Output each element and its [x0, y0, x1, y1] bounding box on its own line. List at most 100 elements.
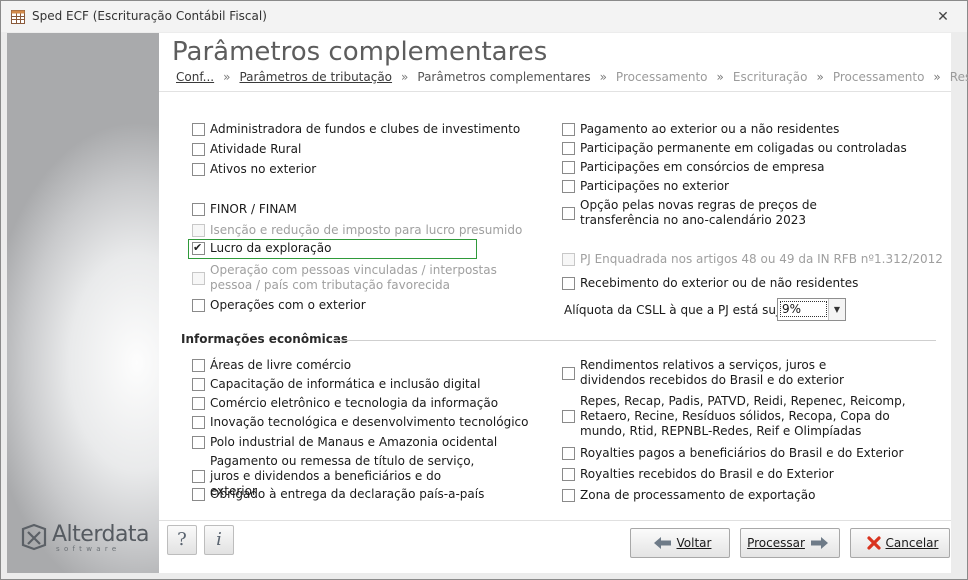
econ-option-regimes-especiais[interactable]: Repes, Recap, Padis, PATVD, Reidi, Repen… — [562, 394, 922, 439]
checkbox[interactable] — [562, 468, 575, 481]
option-operacao-pessoas-vinculadas: Operação com pessoas vinculadas / interp… — [192, 263, 512, 293]
breadcrumb-step-configuracao[interactable]: Conf... — [176, 70, 214, 84]
checkbox[interactable] — [562, 206, 575, 220]
econ-option-royalties-pagos[interactable]: Royalties pagos a beneficiários do Brasi… — [562, 446, 903, 461]
option-label: Áreas de livre comércio — [210, 358, 352, 372]
checkbox[interactable] — [562, 489, 575, 502]
breadcrumb-step-current: Parâmetros complementares — [417, 70, 591, 84]
checkbox[interactable] — [562, 123, 575, 136]
checkbox[interactable] — [562, 161, 575, 174]
main-panel: Parâmetros complementares Conf... » Parâme… — [159, 33, 968, 573]
checkbox[interactable] — [192, 378, 205, 391]
econ-option-capacitacao-informatica[interactable]: Capacitação de informática e inclusão di… — [192, 377, 480, 392]
option-label: Rendimentos relativos a serviços, juros … — [580, 358, 844, 387]
option-label: Pagamento ao exterior ou a não residente… — [580, 122, 840, 136]
side-banner: Alterdata software — [7, 33, 159, 573]
aliquota-csll-select[interactable]: 9% ▼ — [777, 298, 846, 321]
option-isencao-reducao: Isenção e redução de imposto para lucro … — [192, 223, 522, 238]
checkbox[interactable] — [192, 470, 205, 483]
option-pagamento-exterior[interactable]: Pagamento ao exterior ou a não residente… — [562, 122, 839, 137]
back-button[interactable]: Voltar — [630, 528, 730, 558]
option-pj-enquadrada: PJ Enquadrada nos artigos 48 ou 49 da IN… — [562, 252, 943, 267]
option-participacoes-consorcios[interactable]: Participações em consórcios de empresa — [562, 160, 825, 175]
econ-option-zona-processamento[interactable]: Zona de processamento de exportação — [562, 488, 816, 503]
option-label: Repes, Recap, Padis, PATVD, Reidi, Repen… — [580, 394, 906, 438]
breadcrumb-step-processamento-2: Processamento — [832, 70, 925, 84]
option-label: Lucro da exploração — [210, 241, 332, 255]
econ-option-comercio-eletronico[interactable]: Comércio eletrônico e tecnologia da info… — [192, 396, 498, 411]
spreadsheet-icon — [11, 10, 25, 24]
breadcrumb-separator: » — [599, 70, 607, 84]
brand-subtitle: software — [56, 545, 121, 553]
checkbox[interactable] — [192, 163, 205, 176]
checkbox[interactable] — [192, 436, 205, 449]
cancel-button-label: Cancelar — [885, 536, 939, 550]
breadcrumb-separator: » — [933, 70, 941, 84]
economic-section-title: Informações econômicas — [181, 332, 349, 346]
alterdata-mark-icon — [21, 523, 47, 551]
checkbox[interactable] — [192, 299, 205, 312]
close-icon[interactable]: ✕ — [935, 9, 951, 25]
footer-divider — [159, 520, 951, 521]
checkbox[interactable] — [192, 143, 205, 156]
option-label: Participações em consórcios de empresa — [580, 160, 825, 174]
option-ativos-exterior[interactable]: Ativos no exterior — [192, 162, 316, 177]
checkbox[interactable] — [562, 447, 575, 460]
checkbox[interactable] — [192, 123, 205, 136]
checkbox-checked[interactable] — [192, 240, 205, 255]
option-label: Operação com pessoas vinculadas / interp… — [210, 263, 497, 292]
econ-option-royalties-recebidos[interactable]: Royalties recebidos do Brasil e do Exter… — [562, 467, 834, 482]
econ-option-declaracao-pais-a-pais[interactable]: Obrigado à entrega da declaração país-a-… — [192, 487, 484, 502]
option-administradora-fundos[interactable]: Administradora de fundos e clubes de inv… — [192, 122, 520, 137]
process-button-label: Processar — [747, 536, 805, 550]
option-recebimento-exterior[interactable]: Recebimento do exterior ou de não reside… — [562, 276, 858, 291]
question-icon: ? — [177, 529, 187, 550]
option-label: PJ Enquadrada nos artigos 48 ou 49 da IN… — [580, 252, 943, 266]
checkbox[interactable] — [192, 203, 205, 216]
option-label: Administradora de fundos e clubes de inv… — [210, 122, 521, 136]
wizard-header: Parâmetros complementares Conf... » Parâme… — [159, 33, 968, 92]
window-title: Sped ECF (Escrituração Contábil Fiscal) — [32, 9, 267, 23]
option-label: Ativos no exterior — [210, 162, 317, 176]
option-atividade-rural[interactable]: Atividade Rural — [192, 142, 301, 157]
option-participacoes-exterior[interactable]: Participações no exterior — [562, 179, 729, 194]
option-operacoes-exterior[interactable]: Operações com o exterior — [192, 298, 366, 313]
checkbox[interactable] — [192, 416, 205, 429]
option-participacao-permanente[interactable]: Participação permanente em coligadas ou … — [562, 141, 907, 156]
checkbox[interactable] — [562, 366, 575, 380]
checkbox[interactable] — [192, 488, 205, 501]
brand-name: Alterdata — [52, 522, 150, 547]
checkbox[interactable] — [192, 359, 205, 372]
process-button[interactable]: Processar — [740, 528, 840, 558]
option-label: Participações no exterior — [580, 179, 729, 193]
help-button[interactable]: ? — [167, 525, 197, 555]
checkbox[interactable] — [562, 142, 575, 155]
econ-option-inovacao-tecnologica[interactable]: Inovação tecnológica e desenvolvimento t… — [192, 415, 528, 430]
option-label: Royalties recebidos do Brasil e do Exter… — [580, 467, 834, 481]
checkbox[interactable] — [192, 397, 205, 410]
breadcrumb-step-resultado: Resultado — [949, 70, 968, 84]
arrow-left-icon — [653, 537, 671, 549]
option-label: Participação permanente em coligadas ou … — [580, 141, 907, 155]
breadcrumb-step-parametros-tributacao[interactable]: Parâmetros de tributação — [239, 70, 392, 84]
aliquota-csll-value: 9% — [780, 301, 827, 317]
checkbox[interactable] — [562, 410, 575, 423]
option-lucro-exploracao[interactable]: Lucro da exploração — [188, 239, 477, 259]
breadcrumb-separator: » — [223, 70, 231, 84]
checkbox[interactable] — [562, 277, 575, 290]
checkbox — [192, 224, 205, 237]
breadcrumb-separator: » — [716, 70, 724, 84]
breadcrumb-step-escrituracao: Escrituração — [732, 70, 808, 84]
econ-option-areas-livre-comercio[interactable]: Áreas de livre comércio — [192, 358, 351, 373]
checkbox[interactable] — [562, 180, 575, 193]
section-divider — [332, 340, 936, 341]
back-button-label: Voltar — [676, 536, 712, 550]
option-finor-finam[interactable]: FINOR / FINAM — [192, 202, 297, 217]
info-button[interactable]: i — [204, 525, 234, 555]
econ-option-polo-manaus[interactable]: Polo industrial de Manaus e Amazonia oci… — [192, 435, 497, 450]
chevron-down-icon[interactable]: ▼ — [828, 299, 845, 320]
option-precos-transferencia[interactable]: Opção pelas novas regras de preços de tr… — [562, 198, 882, 228]
option-label: Royalties pagos a beneficiários do Brasi… — [580, 446, 904, 460]
cancel-button[interactable]: Cancelar — [850, 528, 950, 558]
econ-option-rendimentos-servicos[interactable]: Rendimentos relativos a serviços, juros … — [562, 358, 892, 388]
